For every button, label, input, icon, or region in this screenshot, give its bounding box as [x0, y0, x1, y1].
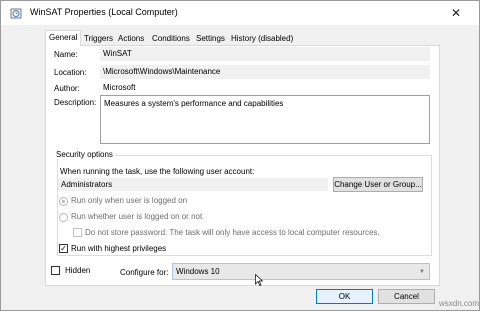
account-prompt: When running the task, use the following…: [60, 167, 255, 176]
radio-run-logged-on[interactable]: [59, 197, 68, 206]
author-label: Author:: [54, 84, 80, 93]
description-textarea[interactable]: Measures a system's performance and capa…: [100, 95, 430, 144]
chevron-down-icon: ▼: [419, 269, 425, 275]
location-field[interactable]: \Microsoft\Windows\Maintenance: [100, 65, 430, 79]
tab-actions[interactable]: Actions: [114, 31, 148, 45]
description-label: Description:: [54, 98, 97, 107]
tab-conditions[interactable]: Conditions: [148, 31, 194, 45]
tab-general[interactable]: General: [45, 30, 82, 46]
ok-button[interactable]: OK: [316, 289, 373, 304]
change-user-button[interactable]: Change User or Group...: [333, 177, 423, 192]
highest-privileges-label: Run with highest privileges: [71, 244, 167, 253]
cancel-button[interactable]: Cancel: [378, 289, 435, 304]
security-options-title: Security options: [54, 150, 115, 159]
tab-settings[interactable]: Settings: [192, 31, 229, 45]
no-store-password-checkbox[interactable]: [73, 228, 82, 237]
window-title: WinSAT Properties (Local Computer): [30, 7, 178, 17]
title-bar[interactable]: WinSAT Properties (Local Computer) ✕: [1, 1, 479, 25]
mouse-cursor-icon: [255, 274, 263, 286]
radio-run-logged-on-or-not-label: Run whether user is logged on or not: [71, 212, 203, 221]
configure-for-label: Configure for:: [120, 268, 169, 277]
close-button[interactable]: ✕: [433, 1, 479, 25]
task-scheduler-icon: [10, 8, 22, 19]
hidden-label: Hidden: [65, 266, 91, 275]
name-label: Name:: [54, 50, 78, 59]
user-account-field[interactable]: Administrators: [58, 178, 328, 191]
no-store-password-label: Do not store password. The task will onl…: [85, 228, 380, 237]
radio-run-logged-on-or-not[interactable]: [59, 213, 68, 222]
radio-run-logged-on-label: Run only when user is logged on: [71, 196, 188, 205]
configure-for-select[interactable]: Windows 10 ▼: [172, 263, 430, 280]
hidden-checkbox[interactable]: [51, 266, 60, 275]
location-label: Location:: [54, 68, 87, 77]
highest-privileges-checkbox[interactable]: ✓: [59, 244, 68, 253]
author-field[interactable]: Microsoft: [100, 81, 430, 95]
watermark: wsxdn.com: [439, 299, 480, 308]
properties-window: WinSAT Properties (Local Computer) ✕ Gen…: [0, 0, 480, 311]
tab-triggers[interactable]: Triggers: [80, 31, 117, 45]
configure-for-value: Windows 10: [176, 267, 220, 276]
tab-history[interactable]: History (disabled): [227, 31, 297, 45]
name-field[interactable]: WinSAT: [100, 47, 430, 61]
